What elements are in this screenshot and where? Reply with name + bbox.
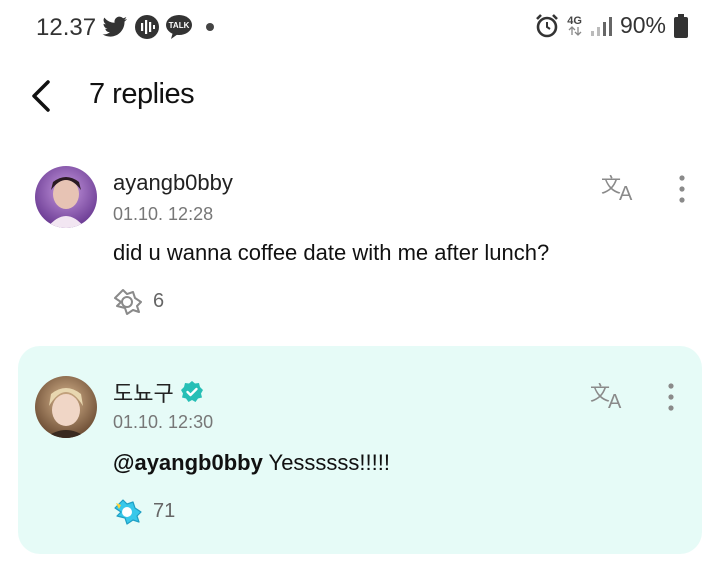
notification-dot-icon: [206, 23, 214, 31]
network-label: 4G: [567, 14, 582, 27]
reaction-button[interactable]: 6: [113, 286, 164, 316]
translate-icon: 文 A: [601, 173, 633, 205]
kakaotalk-icon: TALK: [166, 15, 192, 39]
battery-icon: [674, 13, 688, 38]
svg-text:文: 文: [590, 381, 610, 405]
header: 7 replies: [0, 66, 720, 126]
comment-text: did u wanna coffee date with me after lu…: [113, 240, 550, 265]
page-title: 7 replies: [89, 78, 195, 110]
status-right: 4G 90%: [535, 12, 688, 39]
author-label: ayangb0bby: [113, 170, 233, 195]
network-indicator: 4G: [567, 14, 582, 36]
reaction-icon: [114, 289, 142, 315]
mention-link[interactable]: @ayangb0bby: [113, 450, 263, 475]
translate-icon: 文 A: [590, 381, 622, 413]
avatar[interactable]: [35, 166, 97, 228]
avatar[interactable]: [35, 376, 97, 438]
comment-body: Yessssss!!!!!: [262, 450, 390, 475]
reply-comment: 도뇨구 01.10. 12:30 @ayangb0bby Yessssss!!!…: [18, 346, 702, 554]
verified-badge-icon: [180, 381, 203, 402]
reaction-count: 6: [153, 289, 165, 312]
alarm-icon: [536, 13, 559, 37]
reaction-icon: [114, 499, 142, 525]
status-bar: 12.37 TALK 4G 90%: [0, 0, 720, 56]
author-label: 도뇨구: [113, 381, 174, 406]
svg-text:A: A: [608, 391, 622, 412]
more-vertical-icon: [668, 383, 674, 411]
translate-button[interactable]: 文 A: [590, 378, 628, 413]
timestamp: 01.10. 12:28: [113, 204, 214, 224]
chevron-left-icon: [32, 80, 50, 112]
data-arrows-icon: [568, 25, 582, 36]
talk-badge-text: TALK: [169, 21, 190, 30]
reaction-count: 71: [153, 499, 176, 522]
author-name[interactable]: 도뇨구: [113, 376, 204, 408]
parent-comment: ayangb0bby 01.10. 12:28 did u wanna coff…: [18, 150, 702, 335]
twitter-icon: [102, 16, 127, 37]
more-options-button[interactable]: [672, 172, 692, 206]
more-vertical-icon: [679, 175, 685, 203]
svg-text:文: 文: [601, 173, 621, 197]
status-time: 12.37: [36, 14, 97, 41]
reaction-button[interactable]: 71: [113, 496, 175, 526]
app-circle-icon: [135, 15, 159, 39]
comment-text: @ayangb0bby Yessssss!!!!!: [113, 450, 390, 476]
svg-text:A: A: [619, 183, 633, 204]
translate-button[interactable]: 文 A: [601, 170, 639, 205]
author-name[interactable]: ayangb0bby: [113, 170, 233, 196]
signal-icon: [590, 16, 612, 36]
battery-percent: 90%: [619, 12, 666, 38]
back-button[interactable]: [22, 74, 62, 118]
more-options-button[interactable]: [661, 380, 681, 414]
timestamp: 01.10. 12:30: [113, 412, 214, 432]
